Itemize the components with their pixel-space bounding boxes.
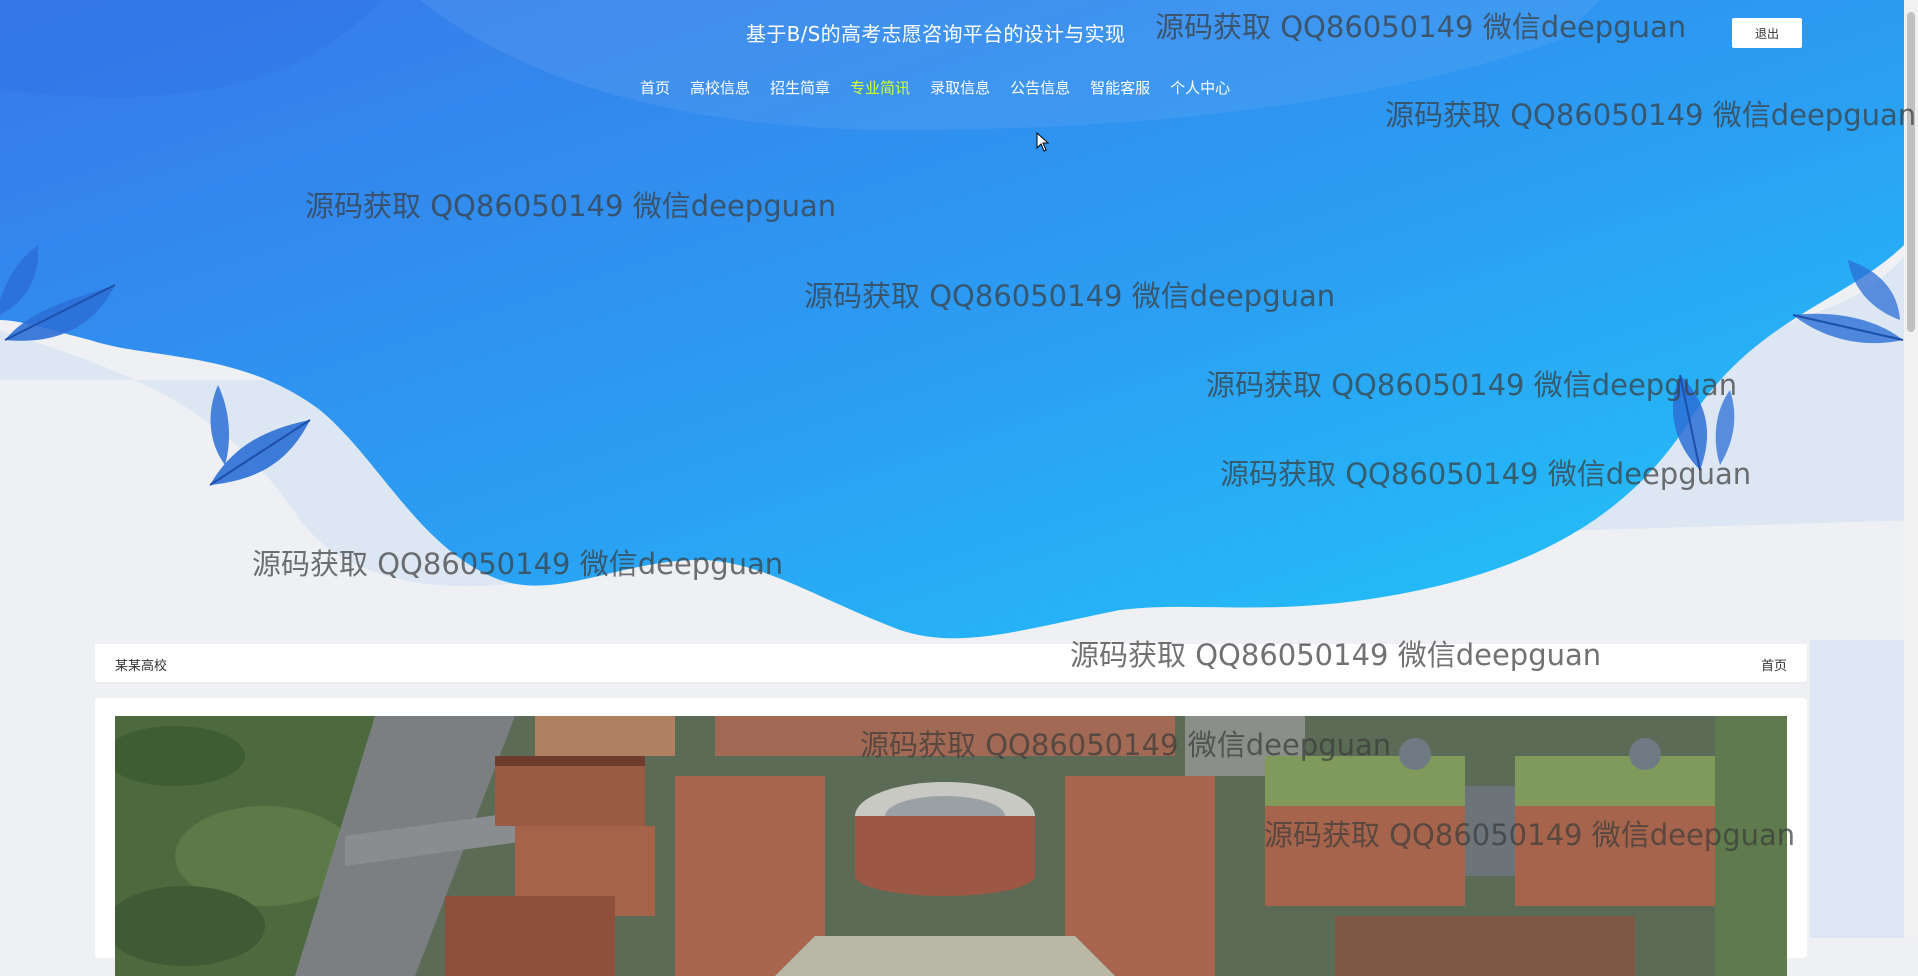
nav-item-home[interactable]: 首页 — [640, 77, 670, 98]
leaf-icon — [209, 385, 311, 486]
breadcrumb: 某某高校 首页 — [95, 644, 1807, 682]
breadcrumb-home-link[interactable]: 首页 — [1761, 655, 1787, 674]
right-edge-panel — [1810, 640, 1918, 938]
scrollbar-thumb[interactable] — [1907, 12, 1915, 332]
campus-aerial-image — [115, 716, 1787, 976]
nav-item-announcements[interactable]: 公告信息 — [1010, 77, 1070, 98]
content-panel — [95, 698, 1807, 976]
cursor-icon — [1036, 132, 1050, 152]
nav-item-admission-brochure[interactable]: 招生简章 — [770, 77, 830, 98]
logout-button[interactable]: 退出 — [1732, 18, 1802, 48]
nav-item-colleges[interactable]: 高校信息 — [690, 77, 750, 98]
nav-item-personal-center[interactable]: 个人中心 — [1170, 77, 1230, 98]
leaf-icon — [1672, 374, 1735, 471]
nav-item-admission-info[interactable]: 录取信息 — [930, 77, 990, 98]
leaf-icon — [1792, 260, 1904, 344]
main-nav: 首页 高校信息 招生简章 专业简讯 录取信息 公告信息 智能客服 个人中心 — [640, 77, 1230, 98]
top-bar: 基于B/S的高考志愿咨询平台的设计与实现 退出 首页 高校信息 招生简章 专业简… — [0, 0, 1918, 110]
site-title: 基于B/S的高考志愿咨询平台的设计与实现 — [746, 22, 1126, 46]
leaf-icon — [0, 245, 116, 341]
nav-item-major-news[interactable]: 专业简讯 — [850, 77, 910, 98]
vertical-scrollbar[interactable] — [1904, 0, 1918, 938]
nav-item-smart-service[interactable]: 智能客服 — [1090, 77, 1150, 98]
breadcrumb-current: 某某高校 — [115, 659, 168, 674]
